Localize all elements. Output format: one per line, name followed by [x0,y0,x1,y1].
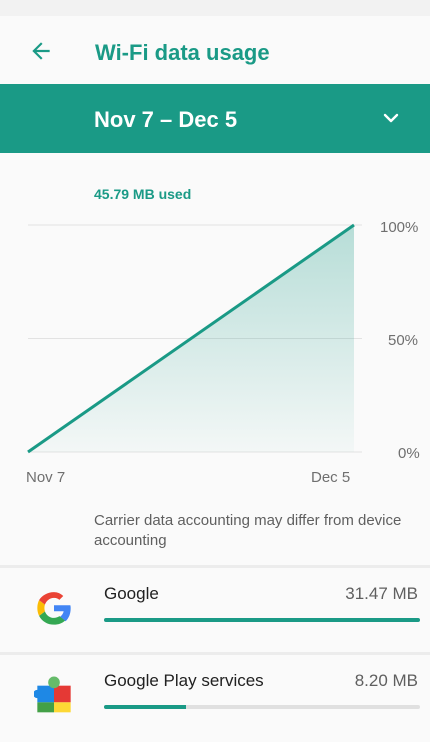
usage-chart-svg [27,223,362,454]
app-data-size: 8.20 MB [354,671,418,690]
divider [0,565,430,568]
chevron-down-icon[interactable] [383,112,399,124]
divider [0,652,430,655]
app-name: Google [104,584,159,603]
usage-chart: 100% 50% 0% Nov 7 Dec 5 [0,205,430,495]
data-used-label: 45.79 MB used [94,186,192,202]
app-usage-row-google[interactable]: Google 31.47 MB [0,575,430,645]
accounting-note: Carrier data accounting may differ from … [94,512,402,549]
usage-progress-bar [104,705,420,709]
y-tick-label: 0% [398,445,420,462]
google-icon [37,592,71,625]
x-tick-label: Dec 5 [311,469,351,486]
page-title: Wi-Fi data usage [95,40,270,65]
back-arrow-icon[interactable] [28,38,54,64]
google-play-services-icon [34,676,71,713]
usage-progress-bar [104,618,420,622]
usage-progress-fill [104,705,187,709]
y-tick-label: 100% [380,219,419,236]
app-usage-row-play-services[interactable]: Google Play services 8.20 MB [0,660,430,730]
app-data-size: 31.47 MB [345,584,418,603]
app-name: Google Play services [104,671,264,690]
status-bar-area [0,0,430,16]
app-bar: Wi-Fi data usage [0,16,430,84]
billing-cycle-selector[interactable]: Nov 7 – Dec 5 [0,84,430,153]
usage-progress-fill [104,618,420,622]
cycle-label: Nov 7 – Dec 5 [94,107,238,132]
x-tick-label: Nov 7 [26,469,66,486]
y-tick-label: 50% [388,332,419,349]
